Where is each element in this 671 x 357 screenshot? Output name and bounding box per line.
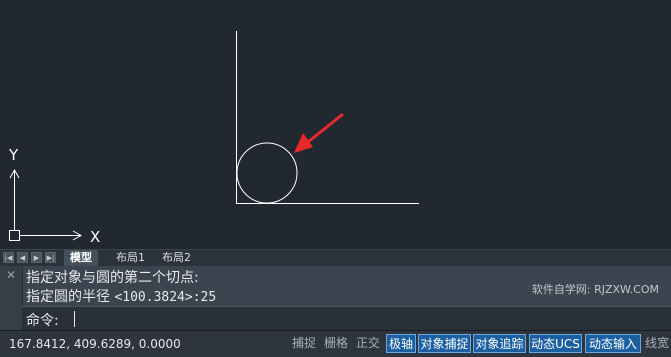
lineweight-toggle[interactable]: 线宽 (643, 334, 671, 353)
watermark-text: 软件自学网: RJZXW.COM (531, 283, 659, 296)
prev-tab-icon[interactable]: ◀ (17, 252, 28, 263)
command-history-line: 指定圆的半径 <100.3824>:25 (26, 286, 216, 306)
layout-tab-bar: |◀ ◀ ▶ ▶| 模型 布局1 布局2 (0, 249, 671, 266)
ucs-icon (9, 168, 83, 241)
command-history-text: 指定圆的半径 (26, 289, 115, 305)
dynamic-input-toggle[interactable]: 动态输入 (585, 334, 641, 353)
text-cursor (74, 311, 75, 327)
snap-toggle[interactable]: 捕捉 (290, 334, 318, 353)
next-tab-icon[interactable]: ▶ (31, 252, 42, 263)
command-prompt: 命令: (26, 313, 59, 329)
grid-toggle[interactable]: 栅格 (322, 334, 350, 353)
dynamic-ucs-toggle[interactable]: 动态UCS (529, 334, 582, 353)
object-snap-toggle[interactable]: 对象捕捉 (418, 334, 471, 353)
coordinate-readout: 167.8412, 409.6289, 0.0000 (9, 337, 181, 351)
command-input[interactable]: 命令: (22, 306, 671, 331)
tangent-circle[interactable] (236, 142, 298, 204)
drawing-canvas[interactable]: Y X (0, 0, 671, 250)
red-arrow-icon (294, 112, 344, 153)
close-icon[interactable]: ✕ (6, 268, 16, 282)
tab-layout1[interactable]: 布局1 (110, 250, 151, 266)
command-panel-handle[interactable]: ✕ (0, 266, 23, 330)
command-history-line: 指定对象与圆的第二个切点: (26, 270, 199, 286)
polar-toggle[interactable]: 极轴 (386, 334, 416, 353)
status-bar: 167.8412, 409.6289, 0.0000 捕捉 栅格 正交 极轴 对… (0, 330, 671, 357)
axis-x-label: X (90, 228, 100, 246)
tab-model[interactable]: 模型 (64, 250, 98, 266)
object-track-toggle[interactable]: 对象追踪 (473, 334, 526, 353)
command-history-value: <100.3824>:25 (114, 290, 217, 305)
last-tab-icon[interactable]: ▶| (45, 252, 56, 263)
tab-layout2[interactable]: 布局2 (156, 250, 197, 266)
axis-y-label: Y (8, 146, 19, 164)
first-tab-icon[interactable]: |◀ (3, 252, 14, 263)
ortho-toggle[interactable]: 正交 (354, 334, 382, 353)
command-panel: ✕ 指定对象与圆的第二个切点: 指定圆的半径 <100.3824>:25 软件自… (0, 266, 671, 331)
